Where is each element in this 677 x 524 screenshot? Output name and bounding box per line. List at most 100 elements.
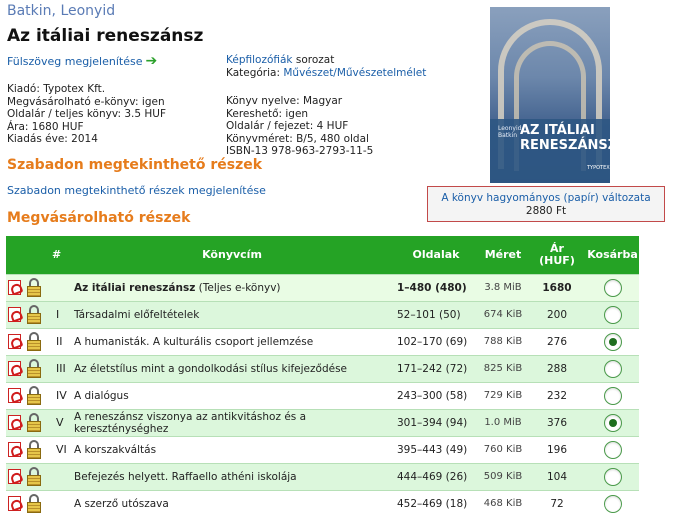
add-to-cart-radio[interactable] xyxy=(603,494,622,513)
row-icons xyxy=(6,408,52,436)
padlock-icon xyxy=(26,413,42,432)
publication-year: Kiadás éve: 2014 xyxy=(7,133,98,145)
table-row: Az itáliai reneszánsz (Teljes e-könyv) 1–… xyxy=(6,273,639,301)
isbn: ISBN-13 978-963-2793-11-5 xyxy=(226,145,374,157)
padlock-icon xyxy=(26,359,42,378)
row-price: 232 xyxy=(528,381,586,409)
add-to-cart-radio[interactable] xyxy=(603,359,622,378)
row-price: 104 xyxy=(528,462,586,490)
padlock-icon xyxy=(26,332,42,351)
pdf-file-icon[interactable] xyxy=(8,334,21,349)
add-to-cart-radio[interactable] xyxy=(603,467,622,486)
row-size: 674 KiB xyxy=(478,300,528,328)
row-title[interactable]: A reneszánsz viszonya az antikvitáshoz é… xyxy=(74,411,306,435)
table-row: I Társadalmi előfeltételek 52–101 (50) 674 … xyxy=(6,300,639,328)
row-title[interactable]: Az életstílus mint a gondolkodási stílus… xyxy=(74,363,347,375)
book-meta-right: Képfilozófiák sorozat Kategória: Művésze… xyxy=(226,54,426,158)
header-icons xyxy=(6,236,52,274)
add-to-cart-radio[interactable] xyxy=(603,278,622,297)
row-icons xyxy=(6,327,52,355)
row-size: 788 KiB xyxy=(478,327,528,355)
row-price: 1680 xyxy=(528,273,586,301)
pdf-file-icon[interactable] xyxy=(8,415,21,430)
row-size: 509 KiB xyxy=(478,462,528,490)
row-title-cell[interactable]: A humanisták. A kulturális csoport jelle… xyxy=(70,327,394,355)
row-icons xyxy=(6,354,52,382)
free-parts-heading: Szabadon megtekinthető részek xyxy=(7,157,263,173)
row-title-cell[interactable]: Befejezés helyett. Raffaello athéni isko… xyxy=(70,462,394,490)
row-num: I xyxy=(52,300,70,328)
row-title[interactable]: A szerző utószava xyxy=(74,498,169,510)
row-cart-cell xyxy=(586,327,639,355)
row-num xyxy=(52,273,70,301)
row-price: 72 xyxy=(528,489,586,517)
row-title-cell[interactable]: Társadalmi előfeltételek xyxy=(70,300,394,328)
language: Könyv nyelve: Magyar xyxy=(226,95,343,107)
row-pages: 444–469 (26) xyxy=(394,462,478,490)
author-link[interactable]: Batkin, Leonyid xyxy=(7,3,115,19)
row-title[interactable]: Társadalmi előfeltételek xyxy=(74,309,199,321)
series-link[interactable]: Képfilozófiák xyxy=(226,54,293,66)
row-size: 729 KiB xyxy=(478,381,528,409)
add-to-cart-radio[interactable] xyxy=(603,440,622,459)
row-title-cell[interactable]: Az itáliai reneszánsz (Teljes e-könyv) xyxy=(70,273,394,301)
searchable: Kereshető: igen xyxy=(226,107,309,120)
add-to-cart-radio[interactable] xyxy=(603,413,622,432)
pdf-file-icon[interactable] xyxy=(8,388,21,403)
row-num: II xyxy=(52,327,70,355)
paper-version-link[interactable]: A könyv hagyományos (papír) változata xyxy=(428,192,664,205)
row-title-cell[interactable]: A reneszánsz viszonya az antikvitáshoz é… xyxy=(70,408,394,436)
row-size: 468 KiB xyxy=(478,489,528,517)
row-size: 3.8 MiB xyxy=(478,273,528,301)
padlock-icon xyxy=(26,440,42,459)
row-pages: 243–300 (58) xyxy=(394,381,478,409)
buyable: Megvásárolható e-könyv: igen xyxy=(7,95,165,108)
padlock-icon xyxy=(26,494,42,514)
header-num: # xyxy=(52,247,62,261)
row-icons xyxy=(6,462,52,490)
buyable-parts-heading: Megvásárolható részek xyxy=(7,210,191,226)
padlock-icon xyxy=(26,386,42,405)
pdf-file-icon[interactable] xyxy=(8,469,21,484)
free-parts-link[interactable]: Szabadon megtekinthető részek megjelenít… xyxy=(7,184,266,197)
row-title-bold[interactable]: Az itáliai reneszánsz xyxy=(74,282,195,294)
row-icons xyxy=(6,381,52,409)
row-title[interactable]: Befejezés helyett. Raffaello athéni isko… xyxy=(74,471,297,483)
add-to-cart-radio[interactable] xyxy=(603,305,622,324)
row-title[interactable]: A korszakváltás xyxy=(74,444,156,456)
row-title-cell[interactable]: Az életstílus mint a gondolkodási stílus… xyxy=(70,354,394,382)
add-to-cart-radio[interactable] xyxy=(603,386,622,405)
cover-publisher: TYPOTEX xyxy=(587,165,610,171)
pdf-file-icon[interactable] xyxy=(8,280,21,295)
row-title-cell[interactable]: A dialógus xyxy=(70,381,394,409)
category-link[interactable]: Művészet/Művészetelmélet xyxy=(283,67,426,79)
row-num xyxy=(52,489,70,517)
pdf-file-icon[interactable] xyxy=(8,442,21,457)
table-row: IV A dialógus 243–300 (58) 729 KiB 232 xyxy=(6,381,639,409)
pdf-file-icon[interactable] xyxy=(8,307,21,322)
pdf-file-icon[interactable] xyxy=(8,361,21,376)
row-title[interactable]: A dialógus xyxy=(74,390,129,402)
page-price-full: Oldalár / teljes könyv: 3.5 HUF xyxy=(7,108,167,120)
blurb-link[interactable]: Fülszöveg megjelenítése ➔ xyxy=(7,53,157,69)
header-pages: Oldalak xyxy=(412,247,460,261)
row-num: VI xyxy=(52,435,70,463)
row-pages: 301–394 (94) xyxy=(394,408,478,436)
row-cart-cell xyxy=(586,354,639,382)
row-title[interactable]: A humanisták. A kulturális csoport jelle… xyxy=(74,336,313,348)
row-title-cell[interactable]: A szerző utószava xyxy=(70,489,394,517)
blurb-link-label[interactable]: Fülszöveg megjelenítése xyxy=(7,55,142,68)
row-cart-cell xyxy=(586,462,639,490)
header-size: Méret xyxy=(484,247,522,261)
pdf-file-icon[interactable] xyxy=(8,496,21,512)
book-cover-image[interactable]: Leonyid Batkin AZ ITÁLIAI RENESZÁNSZ TYP… xyxy=(490,7,610,183)
row-title-suffix: (Teljes e-könyv) xyxy=(195,281,281,294)
add-to-cart-radio[interactable] xyxy=(603,332,622,351)
table-row: A szerző utószava 452–469 (18) 468 KiB 72 xyxy=(6,489,639,517)
table-row: II A humanisták. A kulturális csoport jel… xyxy=(6,327,639,355)
book-meta-left: Kiadó: Typotex Kft. Megvásárolható e-kön… xyxy=(7,83,166,146)
row-title-cell[interactable]: A korszakváltás xyxy=(70,435,394,463)
row-price: 288 xyxy=(528,354,586,382)
header-cart: Kosárba xyxy=(587,247,638,261)
paper-version-box: A könyv hagyományos (papír) változata 28… xyxy=(427,186,665,222)
